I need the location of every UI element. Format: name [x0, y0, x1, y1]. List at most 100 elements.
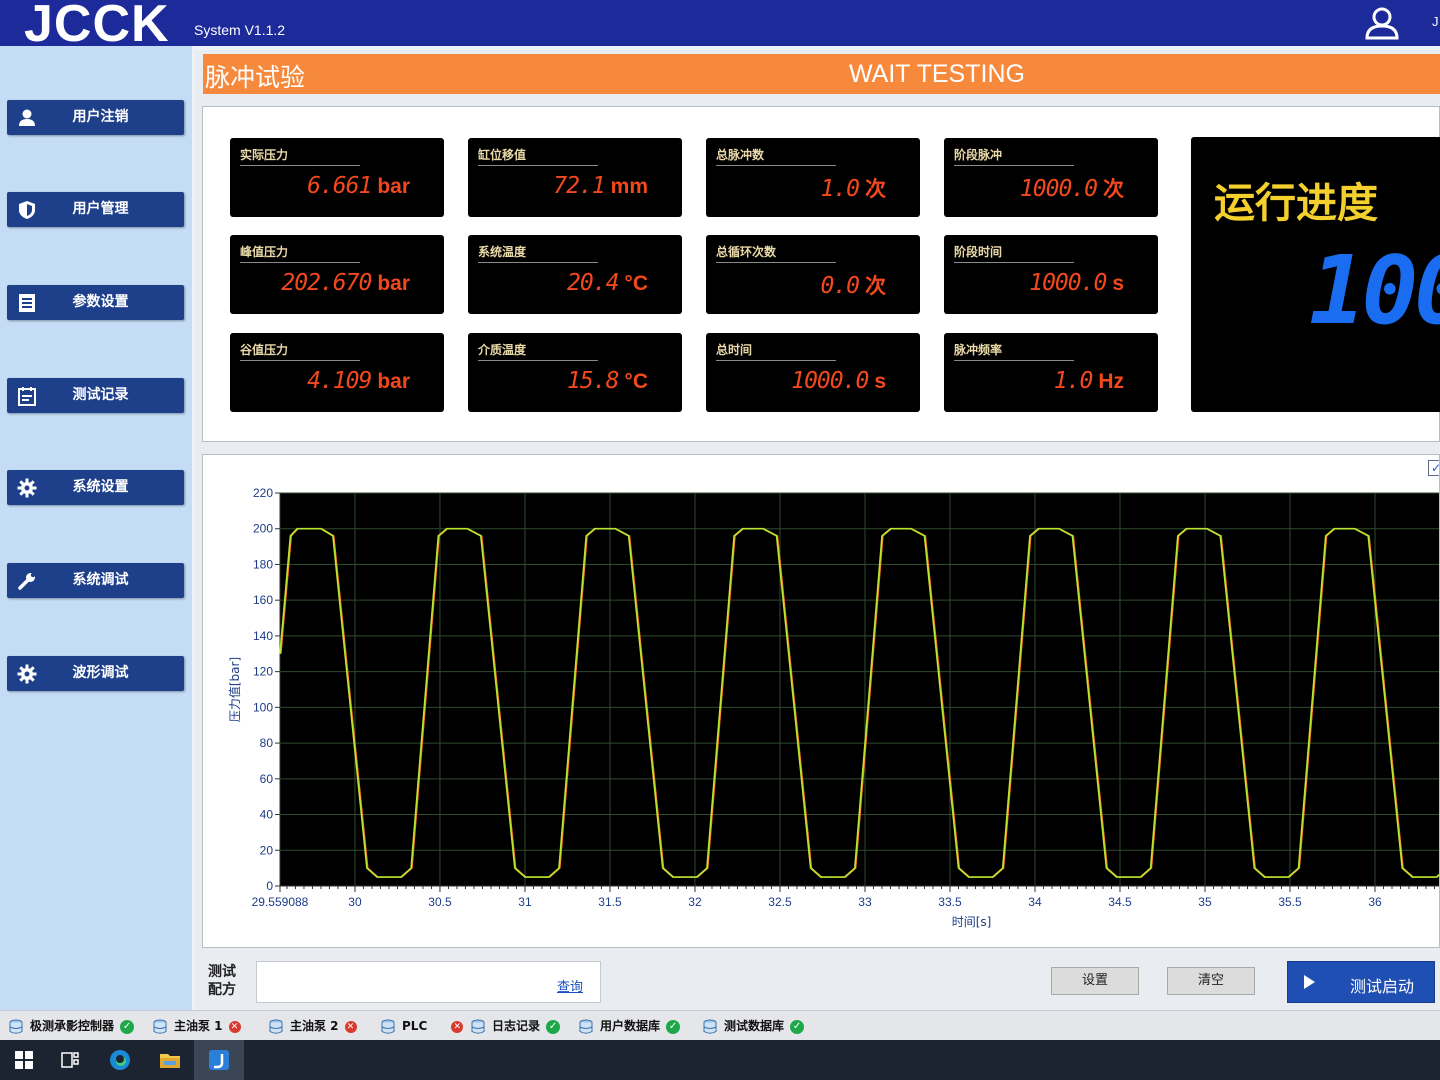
x-tick-label: 35.5	[1278, 895, 1302, 909]
x-tick-label: 32.5	[768, 895, 792, 909]
windows-start-icon[interactable]	[12, 1048, 36, 1072]
header-truncated-text: J	[1432, 14, 1439, 29]
test-title-bar: 脉冲试验 WAIT TESTING	[203, 54, 1440, 94]
query-link[interactable]: 查询	[557, 976, 583, 995]
gauge-total-pulses: 总脉冲数 1.0 次	[706, 138, 920, 217]
gauge-stage-pulses: 阶段脉冲 1000.0 次	[944, 138, 1158, 217]
sidebar-item-label: 用户注销	[72, 109, 129, 125]
pressure-chart-panel: 0 20 40 60 80 100 120 140 160 180 200 220 29.559088 3…	[202, 454, 1440, 948]
y-axis-label: 压力值[bar]	[227, 657, 242, 722]
gauge-value: 4.109 bar	[307, 368, 410, 394]
x-tick-label: 30	[348, 895, 362, 909]
y-tick-label: 180	[253, 557, 273, 571]
edge-browser-icon[interactable]	[108, 1048, 132, 1072]
gauge-label: 总循环次数	[716, 243, 836, 263]
sidebar-item-label: 系统设置	[72, 479, 129, 495]
gauge-valley-pressure: 谷值压力 4.109 bar	[230, 333, 444, 412]
os-taskbar	[0, 1040, 1440, 1080]
gauge-value: 0.0 次	[820, 273, 886, 299]
x-axis-label: 时间[s]	[952, 915, 992, 929]
file-explorer-icon[interactable]	[158, 1048, 182, 1072]
x-tick-label: 34.5	[1108, 895, 1132, 909]
y-tick-label: 100	[253, 700, 273, 714]
sidebar-item-label: 系统调试	[72, 572, 129, 588]
chart-checkbox[interactable]: ✓	[1428, 460, 1439, 476]
gauge-value: 6.661 bar	[307, 173, 410, 199]
sidebar-item-label: 波形调试	[72, 665, 129, 681]
x-tick-label: 29.559088	[252, 895, 309, 909]
status-item-controller: 极测承影控制器 ✓	[8, 1017, 135, 1035]
status-item-user-db: 用户数据库 ✓	[578, 1017, 681, 1035]
gauge-label: 阶段时间	[954, 243, 1074, 263]
y-tick-label: 40	[260, 808, 274, 822]
gauge-label: 系统温度	[478, 243, 598, 263]
error-status-icon: ✕	[228, 1020, 241, 1033]
gauge-label: 总时间	[716, 341, 836, 361]
user-account-icon[interactable]	[1364, 6, 1400, 40]
gauge-total-cycles: 总循环次数 0.0 次	[706, 235, 920, 314]
gauge-pulse-frequency: 脉冲频率 1.0 Hz	[944, 333, 1158, 412]
x-tick-label: 35	[1198, 895, 1212, 909]
gauge-label: 介质温度	[478, 341, 598, 361]
database-icon	[269, 1019, 283, 1034]
y-tick-label: 160	[253, 593, 273, 607]
ok-status-icon: ✓	[790, 1019, 805, 1034]
system-debug-button[interactable]: 系统调试	[7, 563, 184, 598]
y-tick-label: 0	[266, 879, 273, 893]
gauge-total-time: 总时间 1000.0 s	[706, 333, 920, 412]
x-tick-label: 31	[518, 895, 532, 909]
gauge-actual-pressure: 实际压力 6.661 bar	[230, 138, 444, 217]
system-settings-button[interactable]: 系统设置	[7, 470, 184, 505]
x-tick-label: 36	[1368, 895, 1382, 909]
gauge-value: 72.1 mm	[553, 173, 648, 199]
gauge-label: 缸位移值	[478, 146, 598, 166]
gauge-stage-time: 阶段时间 1000.0 s	[944, 235, 1158, 314]
app-version: System V1.1.2	[194, 22, 286, 38]
x-tick-label: 31.5	[598, 895, 622, 909]
gauge-label: 实际压力	[240, 146, 360, 166]
page-title: 脉冲试验	[205, 63, 306, 92]
sidebar: 用户注销 用户管理 参数设置 测试记录 系统设置 系统调试 波形调试	[0, 46, 192, 1010]
settings-button[interactable]: 设置	[1051, 967, 1139, 995]
user-management-button[interactable]: 用户管理	[7, 192, 184, 227]
x-tick-label: 30.5	[428, 895, 452, 909]
test-records-button[interactable]: 测试记录	[7, 378, 184, 413]
gauge-value: 1000.0 s	[791, 368, 886, 394]
y-tick-label: 140	[253, 629, 273, 643]
y-tick-label: 220	[253, 486, 273, 500]
gauge-value: 20.4 °C	[567, 270, 648, 296]
y-tick-label: 80	[260, 736, 274, 750]
sidebar-item-label: 测试记录	[72, 387, 129, 403]
run-progress-display: 运行进度 100	[1191, 137, 1440, 412]
gauge-value: 1.0 次	[820, 176, 886, 202]
ok-status-icon: ✓	[666, 1019, 681, 1034]
y-tick-label: 60	[260, 772, 274, 786]
gauge-label: 总脉冲数	[716, 146, 836, 166]
x-tick-label: 34	[1028, 895, 1042, 909]
gauge-panel: 实际压力 6.661 bar 缸位移值 72.1 mm 总脉冲数 1.0 次 阶段脉冲…	[202, 106, 1440, 442]
recipe-label: 测试配方	[208, 964, 236, 998]
database-icon	[703, 1019, 717, 1034]
parameter-settings-button[interactable]: 参数设置	[7, 285, 184, 320]
database-icon	[381, 1019, 395, 1034]
ok-status-icon: ✓	[546, 1019, 561, 1034]
jcck-app-icon[interactable]	[207, 1048, 231, 1072]
gauge-value: 1000.0 次	[1019, 176, 1124, 202]
sidebar-item-label: 参数设置	[72, 294, 129, 310]
start-test-button[interactable]: 测试启动	[1287, 961, 1435, 1003]
start-test-label: 测试启动	[1350, 977, 1415, 996]
task-view-icon[interactable]	[58, 1048, 82, 1072]
play-icon	[1304, 975, 1315, 989]
recipe-field[interactable]	[256, 961, 601, 1003]
gauge-label: 阶段脉冲	[954, 146, 1074, 166]
pressure-chart: 0 20 40 60 80 100 120 140 160 180 200 220 29.559088 3…	[227, 486, 1439, 929]
status-item-pump-1: 主油泵 1 ✕	[152, 1017, 241, 1035]
gauge-value: 1.0 Hz	[1053, 368, 1124, 394]
gauge-label: 谷值压力	[240, 341, 360, 361]
gauge-system-temperature: 系统温度 20.4 °C	[468, 235, 682, 314]
gauge-label: 峰值压力	[240, 243, 360, 263]
waveform-debug-button[interactable]: 波形调试	[7, 656, 184, 691]
clear-button[interactable]: 清空	[1167, 967, 1255, 995]
logout-button[interactable]: 用户注销	[7, 100, 184, 135]
database-icon	[579, 1019, 593, 1034]
